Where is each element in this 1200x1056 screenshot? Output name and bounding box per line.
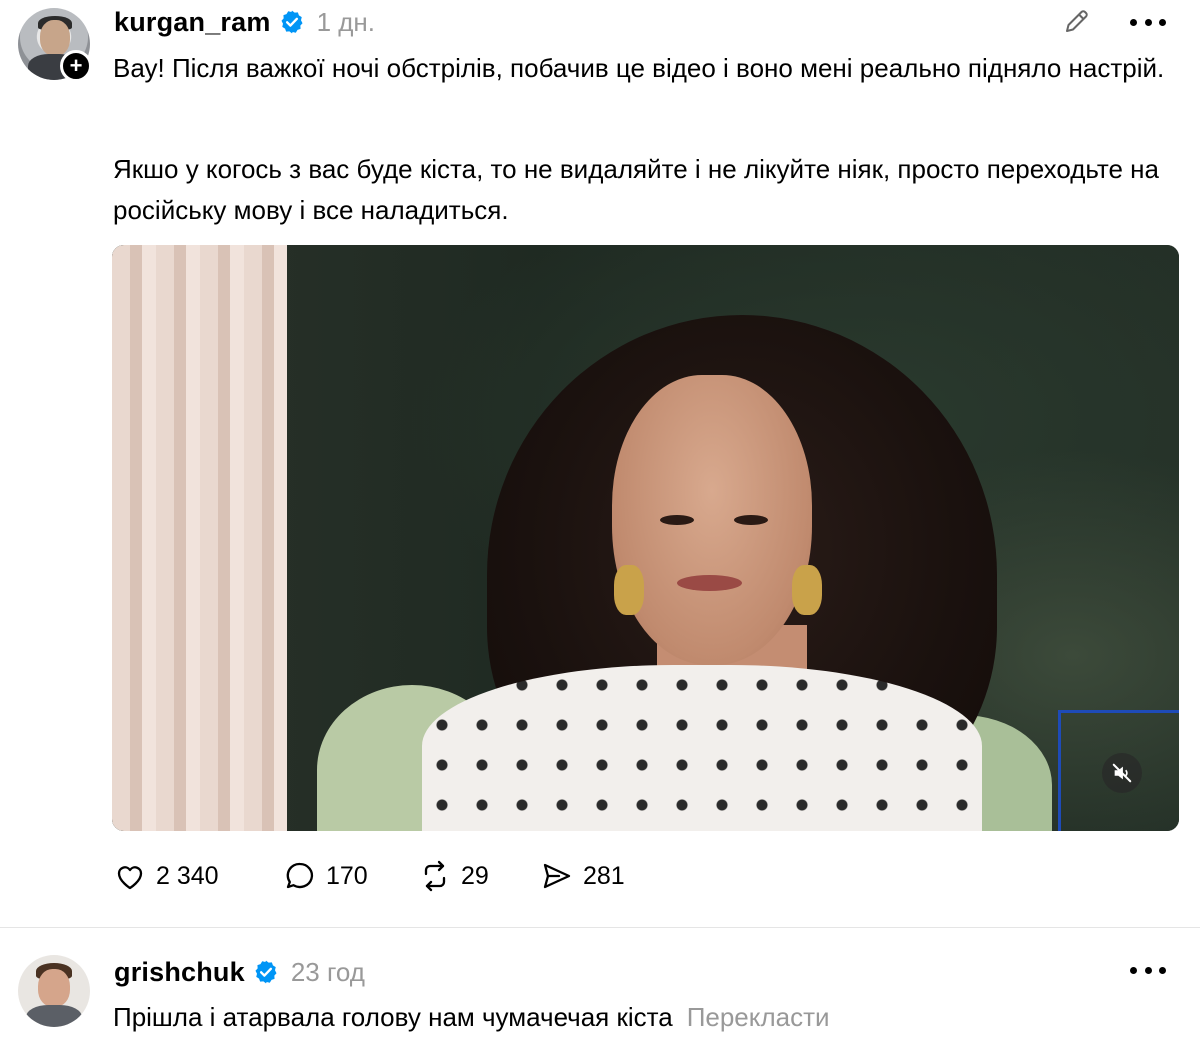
thread-divider <box>0 927 1200 928</box>
video-curtain <box>112 245 287 831</box>
post: + kurgan_ram 1 дн. Вау! Після важкої ноч… <box>0 0 1200 928</box>
video-person-eye <box>660 515 694 525</box>
verified-badge-icon <box>281 10 303 34</box>
author-username[interactable]: kurgan_ram <box>114 7 271 38</box>
thread-page: + kurgan_ram 1 дн. Вау! Після важкої ноч… <box>0 0 1200 1056</box>
translate-link[interactable]: Перекласти <box>687 1002 830 1032</box>
comment-button[interactable]: 170 <box>282 858 417 894</box>
repost-button[interactable]: 29 <box>417 858 539 894</box>
video-person-eye <box>734 515 768 525</box>
dot <box>1159 966 1166 974</box>
more-icon[interactable] <box>1130 966 1166 974</box>
video-person-blouse <box>422 665 982 831</box>
like-button[interactable]: 2 340 <box>112 858 282 894</box>
reply-time: 23 год <box>290 956 365 987</box>
heart-icon <box>117 866 143 890</box>
dot <box>1130 966 1137 974</box>
more-icon[interactable] <box>1130 18 1166 26</box>
reply-username[interactable]: grishchuk <box>114 957 245 988</box>
dot <box>1130 18 1137 26</box>
post-paragraph-1: Вау! Після важкої ночі обстрілів, побачи… <box>113 53 1165 83</box>
like-count: 2 340 <box>156 861 219 890</box>
share-icon <box>543 863 571 889</box>
comment-icon <box>286 862 314 889</box>
follow-plus-icon[interactable]: + <box>60 50 92 82</box>
reply-body: Прішла і атарвала голову нам чумачечая к… <box>113 997 830 1038</box>
repost-count: 29 <box>461 861 489 890</box>
dot <box>1144 18 1152 26</box>
muted-speaker-icon[interactable] <box>1102 753 1142 793</box>
avatar-face <box>40 20 70 56</box>
verified-badge-icon <box>255 960 277 984</box>
post-actions: 2 340 170 29 281 <box>112 856 625 896</box>
video-person-earring <box>792 565 822 615</box>
reply-text: Прішла і атарвала голову нам чумачечая к… <box>113 1002 673 1032</box>
video-person-mouth <box>677 575 742 591</box>
post-video[interactable] <box>112 245 1179 831</box>
avatar-face <box>38 969 70 1007</box>
post-time: 1 дн. <box>316 6 376 37</box>
pencil-icon[interactable] <box>1062 6 1092 36</box>
comment-count: 170 <box>326 861 368 890</box>
post-paragraph-2: Якшо у когось з вас буде кіста, то не ви… <box>113 154 1160 225</box>
share-count: 281 <box>583 861 625 890</box>
dot <box>1144 966 1152 974</box>
repost-icon <box>424 860 446 892</box>
video-person-earring <box>614 565 644 615</box>
share-button[interactable]: 281 <box>539 858 625 894</box>
dot <box>1159 18 1166 26</box>
video-person-face <box>612 375 812 665</box>
muted-speaker-glyph <box>1112 763 1132 783</box>
reply-author-avatar[interactable] <box>18 955 90 1027</box>
avatar-shirt <box>26 1005 82 1027</box>
post-header: kurgan_ram 1 дн. <box>114 2 375 42</box>
reply-header: grishchuk 23 год <box>114 952 365 992</box>
